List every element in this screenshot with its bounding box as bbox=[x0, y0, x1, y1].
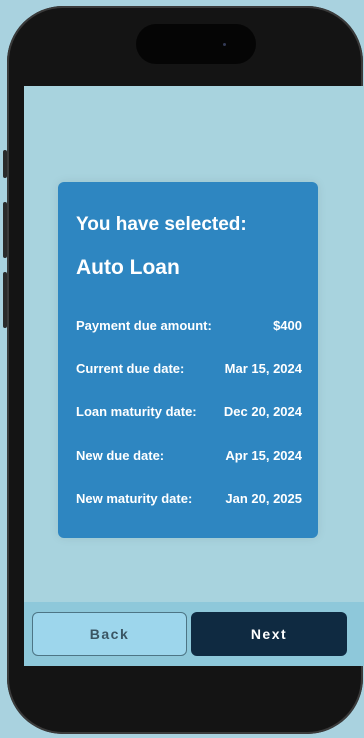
row-payment-due-amount: Payment due amount: $400 bbox=[76, 316, 302, 334]
row-label: Payment due amount: bbox=[76, 317, 212, 333]
phone-side-button bbox=[3, 150, 7, 178]
loan-summary-card: You have selected: Auto Loan Payment due… bbox=[58, 182, 318, 538]
phone-volume-down bbox=[3, 272, 7, 328]
row-value: Mar 15, 2024 bbox=[224, 360, 302, 376]
row-label: New due date: bbox=[76, 447, 165, 463]
dynamic-island bbox=[136, 24, 256, 64]
row-current-due-date: Current due date: Mar 15, 2024 bbox=[76, 359, 302, 377]
row-label: New maturity date: bbox=[76, 490, 193, 506]
app-screen: You have selected: Auto Loan Payment due… bbox=[24, 86, 364, 666]
loan-type-title: Auto Loan bbox=[76, 256, 180, 279]
row-new-maturity-date: New maturity date: Jan 20, 2025 bbox=[76, 489, 302, 507]
row-value: Apr 15, 2024 bbox=[225, 447, 302, 463]
row-loan-maturity-date: Loan maturity date: Dec 20, 2024 bbox=[76, 402, 302, 420]
row-label: Current due date: bbox=[76, 360, 185, 376]
row-value: $400 bbox=[273, 317, 302, 333]
row-value: Jan 20, 2025 bbox=[225, 490, 302, 506]
row-label: Loan maturity date: bbox=[76, 403, 197, 419]
phone-volume-up bbox=[3, 202, 7, 258]
row-new-due-date: New due date: Apr 15, 2024 bbox=[76, 446, 302, 464]
selection-heading: You have selected: bbox=[76, 214, 247, 235]
back-button[interactable]: Back bbox=[32, 612, 187, 656]
camera-dot bbox=[223, 43, 226, 46]
row-value: Dec 20, 2024 bbox=[223, 403, 302, 419]
next-button[interactable]: Next bbox=[191, 612, 347, 656]
